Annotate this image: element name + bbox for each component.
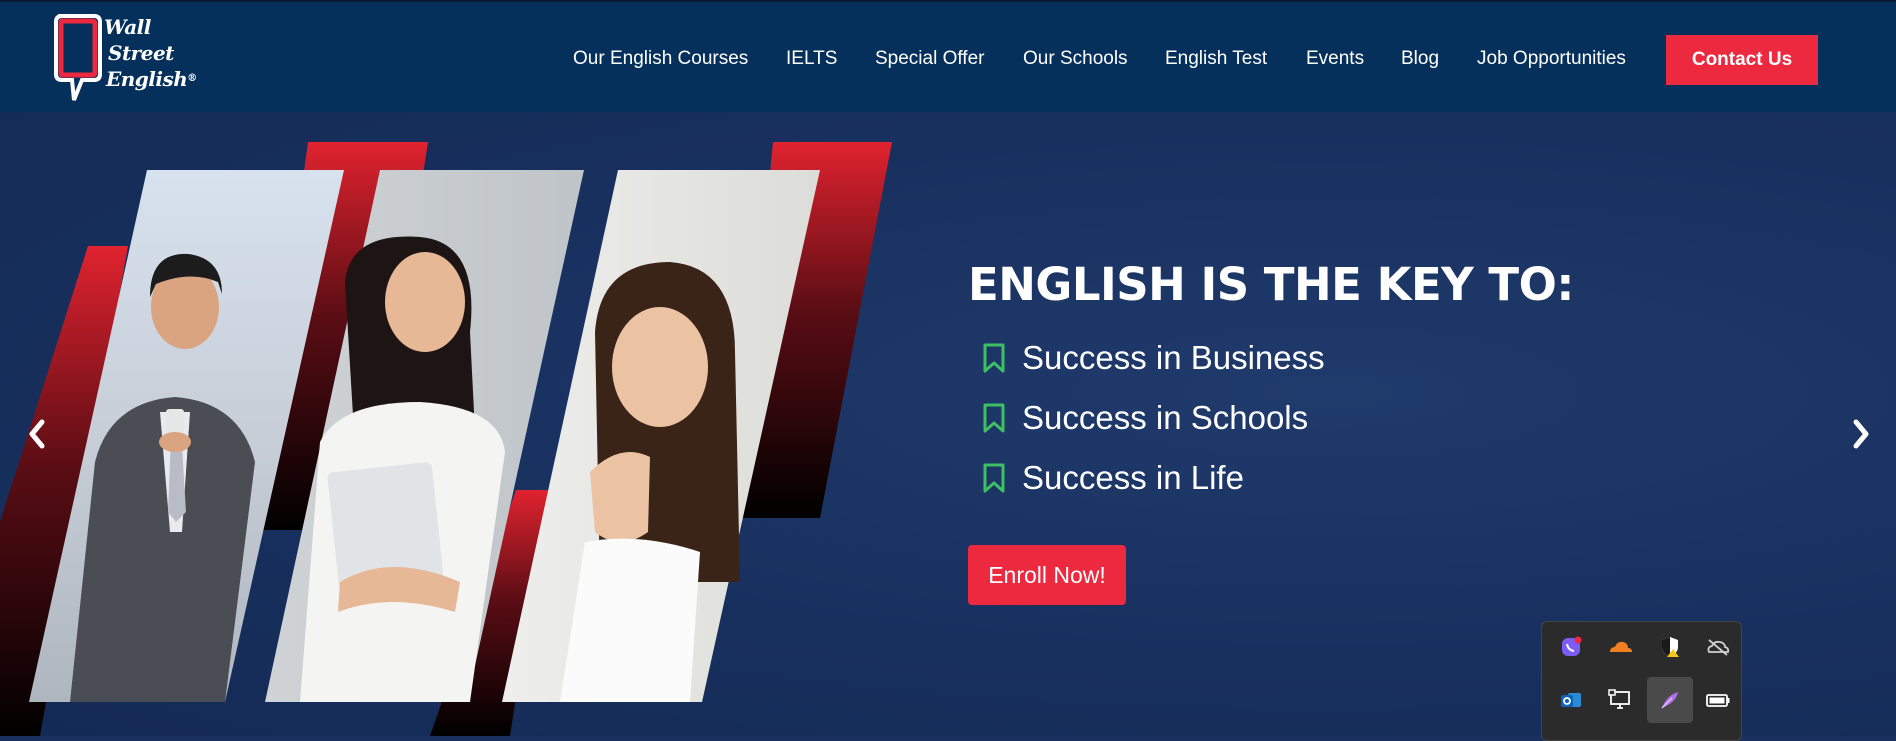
bookmark-icon	[983, 463, 1005, 493]
outlook-icon[interactable]	[1548, 677, 1594, 723]
nav-job-opportunities[interactable]: Job Opportunities	[1477, 47, 1626, 71]
viber-icon[interactable]	[1548, 624, 1594, 670]
bookmark-icon	[983, 403, 1005, 433]
security-shield-icon[interactable]	[1647, 624, 1693, 670]
display-icon[interactable]	[1597, 677, 1643, 723]
benefit-text: Success in Business	[1022, 339, 1325, 376]
cloudflare-icon[interactable]	[1597, 624, 1643, 670]
bookmark-icon	[983, 343, 1005, 373]
main-nav: Our English Courses IELTS Special Offer …	[0, 2, 1896, 114]
benefit-item: Success in Schools	[980, 398, 1308, 438]
enroll-now-button[interactable]: Enroll Now!	[968, 545, 1126, 605]
benefit-text: Success in Schools	[1022, 399, 1309, 436]
nav-special-offer[interactable]: Special Offer	[875, 47, 984, 71]
nav-blog[interactable]: Blog	[1401, 47, 1439, 71]
system-tray-overflow	[1541, 621, 1742, 741]
chevron-left-icon[interactable]	[22, 414, 52, 454]
benefit-text: Success in Life	[1022, 459, 1244, 496]
contact-us-button[interactable]: Contact Us	[1666, 35, 1818, 85]
battery-icon[interactable]	[1695, 677, 1741, 723]
onedrive-offline-icon[interactable]	[1695, 624, 1741, 670]
nav-ielts[interactable]: IELTS	[786, 47, 837, 71]
site-header: Wall Street English® Our English Courses…	[0, 0, 1896, 112]
nav-our-english-courses[interactable]: Our English Courses	[573, 47, 748, 71]
benefit-item: Success in Business	[980, 338, 1325, 378]
nav-english-test[interactable]: English Test	[1165, 47, 1267, 71]
benefit-item: Success in Life	[980, 458, 1244, 498]
hero-headline: ENGLISH IS THE KEY TO:	[968, 258, 1574, 311]
feather-icon[interactable]	[1647, 677, 1693, 723]
hero-photo-collage	[0, 142, 892, 736]
nav-events[interactable]: Events	[1306, 47, 1364, 71]
chevron-right-icon[interactable]	[1846, 414, 1876, 454]
nav-our-schools[interactable]: Our Schools	[1023, 47, 1128, 71]
